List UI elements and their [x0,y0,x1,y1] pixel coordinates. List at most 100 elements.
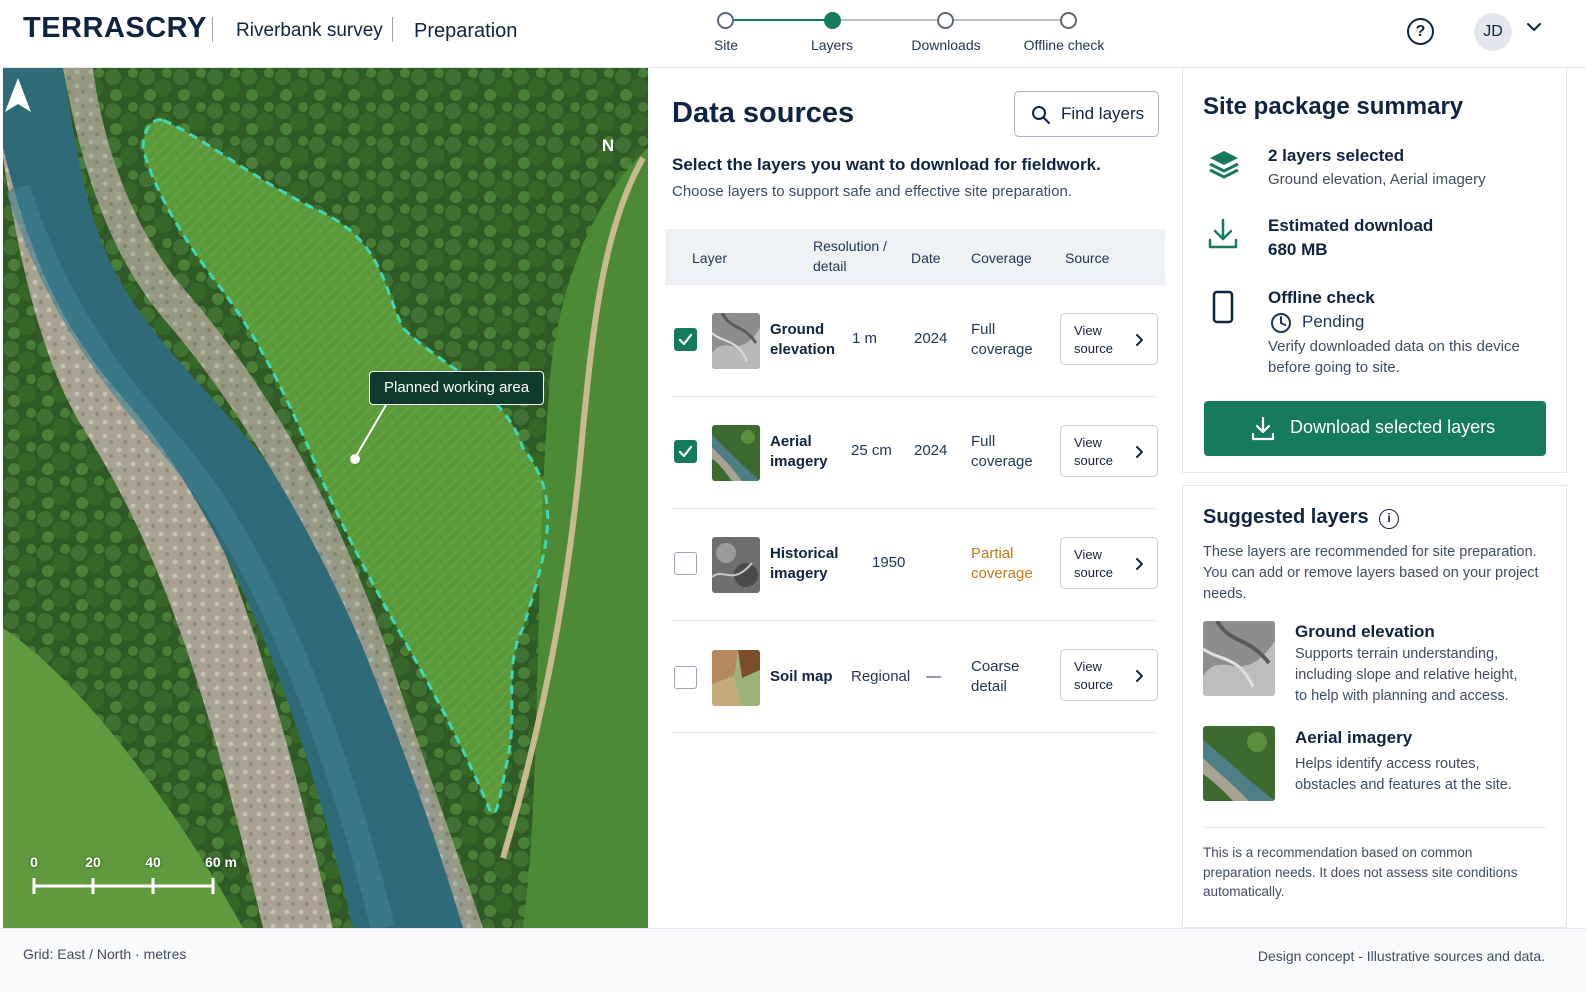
table-row[interactable]: Historical imagery 1950 Partial coverage V… [672,509,1158,621]
chevron-right-icon [1136,446,1143,458]
compass-label: N [601,136,615,155]
step-dot-downloads[interactable] [937,12,954,29]
offline-check-detail: Verify downloaded data on this device bef… [1268,338,1520,376]
north-arrow-icon [5,78,31,112]
layer-checkbox[interactable] [674,440,697,463]
suggested-layers-description: These layers are recommended for site pr… [1203,544,1539,602]
column-header-date[interactable]: Date [911,248,941,268]
download-button-label: Download selected layers [1290,417,1496,437]
search-icon [1032,106,1050,124]
offline-check-label: Offline check [1268,288,1375,307]
layer-name[interactable]: Soil map [770,667,850,687]
column-header-resolution[interactable]: Resolution / [813,236,887,256]
breadcrumb-project[interactable]: Riverbank survey [236,20,383,42]
progress-stepper: Site Layers Downloads Offline check [700,8,1130,58]
layers-selected-count: 2 layers selected [1268,146,1405,165]
app-logo[interactable]: TERRASCRY [23,12,207,45]
find-layers-label: Find layers [1061,104,1145,123]
scale-tick-label: 40 [145,854,161,870]
table-row[interactable]: Ground elevation 1 m 2024 Full coverage Vi… [672,285,1158,397]
breadcrumb-divider [212,17,213,42]
view-source-button[interactable]: View source [1060,537,1158,589]
clock-icon [1271,313,1291,333]
view-source-button[interactable]: View source [1060,425,1158,477]
layer-thumbnail [712,425,760,481]
planned-area-label[interactable]: Planned working area [369,371,545,405]
recommendation-note: This is a recommendation based on common… [1203,845,1518,899]
step-dot-site[interactable] [717,12,734,29]
estimated-download-label: Estimated download [1268,216,1434,235]
column-header-source[interactable]: Source [1065,248,1109,268]
step-connector [841,19,938,21]
layer-checkbox[interactable] [674,552,697,575]
column-header-coverage[interactable]: Coverage [971,248,1032,268]
column-header-resolution[interactable]: detail [813,256,846,276]
summary-title: Site package summary [1203,93,1464,120]
step-connector [734,19,826,21]
layer-resolution: 1 m [852,330,878,347]
layer-name[interactable]: Ground elevation [770,320,850,360]
layer-name[interactable]: Historical imagery [770,544,850,584]
view-source-label: View source [1074,547,1114,580]
info-icon[interactable]: i [1379,509,1399,529]
scale-tick-label: 60 m [205,854,237,870]
suggested-layer-name[interactable]: Ground elevation [1295,622,1435,642]
download-selected-layers-button[interactable]: Download selected layers [1204,401,1546,456]
breadcrumb-current: Preparation [414,20,518,42]
site-package-summary: Site package summary 2 layers selected G… [1182,68,1567,473]
column-header-layer[interactable]: Layer [692,248,727,268]
view-source-button[interactable]: View source [1060,313,1158,365]
layer-thumbnail [712,537,760,593]
suggested-thumbnail [1203,621,1275,696]
suggested-layer-description: Helps identify access routes, obstacles a… [1295,756,1512,793]
chevron-right-icon [1136,334,1143,346]
section-description: Choose layers to support safe and effect… [672,183,1072,200]
layer-coverage-partial: Partial coverage [971,545,1033,582]
view-source-button[interactable]: View source [1060,649,1158,701]
view-source-label: View source [1074,659,1114,692]
step-label-downloads[interactable]: Downloads [911,37,980,53]
layer-resolution: Regional [851,668,911,685]
divider [1203,827,1546,828]
avatar[interactable]: JD [1474,13,1512,51]
layer-name[interactable]: Aerial imagery [770,432,850,472]
table-row[interactable]: Aerial imagery 25 cm 2024 Full coverage Vi… [672,397,1158,509]
chevron-down-icon[interactable] [1526,21,1542,33]
top-bar: TERRASCRY Riverbank survey Preparation S… [0,0,1586,68]
layer-checkbox[interactable] [674,328,697,351]
download-icon [1251,416,1275,441]
help-icon[interactable]: ? [1407,18,1434,45]
layer-coverage: Full coverage [971,321,1033,358]
offline-status: Pending [1270,312,1364,339]
step-label-site[interactable]: Site [714,37,738,53]
map-view[interactable]: N Planned working area 0 20 40 60 m [3,68,648,928]
step-dot-offline-check[interactable] [1060,12,1077,29]
grid-info: Grid: East / North · metres [23,946,187,962]
data-sources-panel: Data sources Find layers Select the laye… [648,68,1181,928]
find-layers-button[interactable]: Find layers [1014,91,1159,137]
step-label-layers[interactable]: Layers [811,37,853,53]
scale-tick-label: 0 [30,854,38,870]
footer: Grid: East / North · metres Design conce… [0,928,1586,992]
layers-icon [1209,151,1239,179]
layer-thumbnail [712,313,760,369]
layer-date: 2024 [914,330,948,347]
suggested-thumbnail [1203,726,1275,801]
scale-tick-label: 20 [85,854,101,870]
breadcrumb-divider [392,17,393,42]
check-icon [678,445,693,458]
table-row[interactable]: Soil map Regional — Coarse detail View sou… [672,621,1158,733]
suggested-layer-name[interactable]: Aerial imagery [1295,728,1412,748]
layer-thumbnail [712,650,760,706]
layer-checkbox[interactable] [674,666,697,689]
layer-coverage: Coarse detail [971,658,1020,695]
check-icon [678,333,693,346]
section-subtitle: Select the layers you want to download f… [672,155,1101,174]
aerial-map [3,68,648,928]
step-label-offline-check[interactable]: Offline check [1024,37,1105,53]
suggested-layer-description: Supports terrain understanding, including… [1295,646,1518,704]
step-connector [954,19,1061,21]
layer-date: — [926,668,941,685]
step-dot-layers[interactable] [824,12,841,29]
layer-resolution: 25 cm [851,442,892,459]
